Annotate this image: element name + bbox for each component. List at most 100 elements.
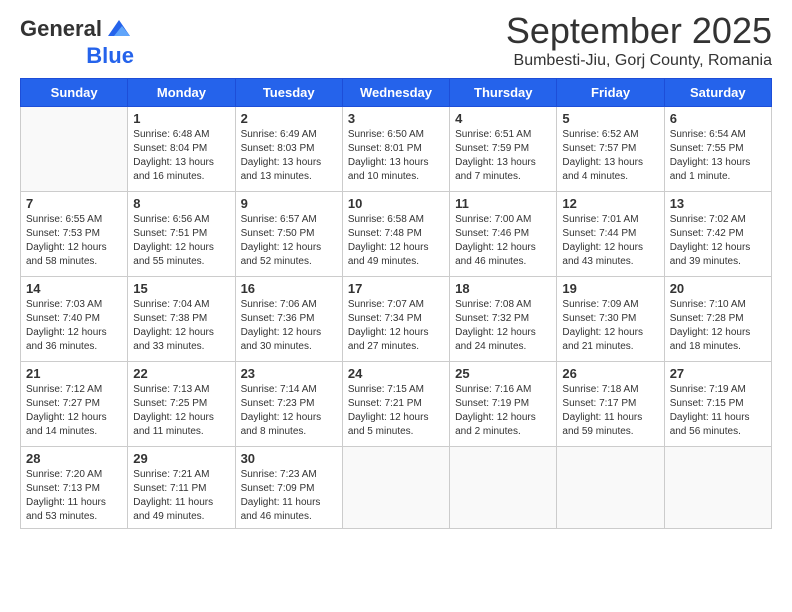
- day-info: Sunrise: 6:56 AM Sunset: 7:51 PM Dayligh…: [133, 213, 229, 269]
- day-info: Sunrise: 7:00 AM Sunset: 7:46 PM Dayligh…: [455, 213, 551, 269]
- day-number: 20: [670, 281, 766, 296]
- page-container: General Blue September 2025 Bumbesti-Jiu…: [0, 0, 792, 539]
- calendar-cell: 22 Sunrise: 7:13 AM Sunset: 7:25 PM Dayli…: [128, 362, 235, 447]
- day-info: Sunrise: 7:09 AM Sunset: 7:30 PM Dayligh…: [562, 298, 658, 354]
- calendar-cell: 5 Sunrise: 6:52 AM Sunset: 7:57 PM Daylig…: [557, 107, 664, 192]
- day-number: 12: [562, 196, 658, 211]
- day-number: 3: [348, 111, 444, 126]
- calendar-cell: [21, 107, 128, 192]
- day-info: Sunrise: 7:13 AM Sunset: 7:25 PM Dayligh…: [133, 383, 229, 439]
- day-number: 13: [670, 196, 766, 211]
- day-header-saturday: Saturday: [664, 79, 771, 107]
- day-number: 7: [26, 196, 122, 211]
- day-number: 9: [241, 196, 337, 211]
- day-info: Sunrise: 7:21 AM Sunset: 7:11 PM Dayligh…: [133, 468, 229, 524]
- calendar-cell: 19 Sunrise: 7:09 AM Sunset: 7:30 PM Dayli…: [557, 277, 664, 362]
- day-info: Sunrise: 7:18 AM Sunset: 7:17 PM Dayligh…: [562, 383, 658, 439]
- day-number: 8: [133, 196, 229, 211]
- calendar-cell: 23 Sunrise: 7:14 AM Sunset: 7:23 PM Dayli…: [235, 362, 342, 447]
- calendar-cell: 14Sunrise: 7:03 AM Sunset: 7:40 PM Dayli…: [21, 277, 128, 362]
- day-number: 17: [348, 281, 444, 296]
- calendar-cell: 20Sunrise: 7:10 AM Sunset: 7:28 PM Dayli…: [664, 277, 771, 362]
- calendar-cell: 1 Sunrise: 6:48 AM Sunset: 8:04 PM Daylig…: [128, 107, 235, 192]
- calendar-cell: 21Sunrise: 7:12 AM Sunset: 7:27 PM Dayli…: [21, 362, 128, 447]
- day-info: Sunrise: 7:04 AM Sunset: 7:38 PM Dayligh…: [133, 298, 229, 354]
- calendar-table: SundayMondayTuesdayWednesdayThursdayFrid…: [20, 78, 772, 529]
- day-info: Sunrise: 7:08 AM Sunset: 7:32 PM Dayligh…: [455, 298, 551, 354]
- day-header-tuesday: Tuesday: [235, 79, 342, 107]
- calendar-cell: [664, 447, 771, 529]
- week-row-1: 1 Sunrise: 6:48 AM Sunset: 8:04 PM Daylig…: [21, 107, 772, 192]
- calendar-cell: 7 Sunrise: 6:55 AM Sunset: 7:53 PM Daylig…: [21, 192, 128, 277]
- day-info: Sunrise: 7:19 AM Sunset: 7:15 PM Dayligh…: [670, 383, 766, 439]
- calendar-cell: 29 Sunrise: 7:21 AM Sunset: 7:11 PM Dayli…: [128, 447, 235, 529]
- month-title: September 2025: [506, 10, 772, 52]
- day-number: 4: [455, 111, 551, 126]
- logo: General Blue: [20, 14, 134, 68]
- week-row-5: 28 Sunrise: 7:20 AM Sunset: 7:13 PM Dayli…: [21, 447, 772, 529]
- day-number: 22: [133, 366, 229, 381]
- day-number: 11: [455, 196, 551, 211]
- calendar-cell: 6 Sunrise: 6:54 AM Sunset: 7:55 PM Daylig…: [664, 107, 771, 192]
- day-info: Sunrise: 6:54 AM Sunset: 7:55 PM Dayligh…: [670, 128, 766, 184]
- day-number: 10: [348, 196, 444, 211]
- day-header-friday: Friday: [557, 79, 664, 107]
- calendar-cell: 13 Sunrise: 7:02 AM Sunset: 7:42 PM Dayli…: [664, 192, 771, 277]
- calendar-cell: 25 Sunrise: 7:16 AM Sunset: 7:19 PM Dayli…: [450, 362, 557, 447]
- calendar-cell: 4 Sunrise: 6:51 AM Sunset: 7:59 PM Daylig…: [450, 107, 557, 192]
- title-area: September 2025 Bumbesti-Jiu, Gorj County…: [506, 10, 772, 70]
- day-number: 5: [562, 111, 658, 126]
- day-info: Sunrise: 7:07 AM Sunset: 7:34 PM Dayligh…: [348, 298, 444, 354]
- calendar-cell: 27Sunrise: 7:19 AM Sunset: 7:15 PM Dayli…: [664, 362, 771, 447]
- day-info: Sunrise: 7:12 AM Sunset: 7:27 PM Dayligh…: [26, 383, 122, 439]
- calendar-cell: [557, 447, 664, 529]
- day-info: Sunrise: 7:03 AM Sunset: 7:40 PM Dayligh…: [26, 298, 122, 354]
- day-number: 25: [455, 366, 551, 381]
- day-number: 16: [241, 281, 337, 296]
- subtitle: Bumbesti-Jiu, Gorj County, Romania: [506, 52, 772, 70]
- day-header-thursday: Thursday: [450, 79, 557, 107]
- day-info: Sunrise: 6:52 AM Sunset: 7:57 PM Dayligh…: [562, 128, 658, 184]
- calendar-cell: 30Sunrise: 7:23 AM Sunset: 7:09 PM Dayli…: [235, 447, 342, 529]
- calendar-cell: 11 Sunrise: 7:00 AM Sunset: 7:46 PM Dayli…: [450, 192, 557, 277]
- day-number: 18: [455, 281, 551, 296]
- day-number: 29: [133, 451, 229, 466]
- header-row: SundayMondayTuesdayWednesdayThursdayFrid…: [21, 79, 772, 107]
- header: General Blue September 2025 Bumbesti-Jiu…: [20, 10, 772, 70]
- logo-blue: Blue: [86, 44, 134, 68]
- day-info: Sunrise: 6:51 AM Sunset: 7:59 PM Dayligh…: [455, 128, 551, 184]
- calendar-cell: 12 Sunrise: 7:01 AM Sunset: 7:44 PM Dayli…: [557, 192, 664, 277]
- day-header-wednesday: Wednesday: [342, 79, 449, 107]
- day-number: 26: [562, 366, 658, 381]
- calendar-cell: 28 Sunrise: 7:20 AM Sunset: 7:13 PM Dayli…: [21, 447, 128, 529]
- day-number: 23: [241, 366, 337, 381]
- calendar-cell: 10Sunrise: 6:58 AM Sunset: 7:48 PM Dayli…: [342, 192, 449, 277]
- calendar-cell: [342, 447, 449, 529]
- calendar-cell: 15 Sunrise: 7:04 AM Sunset: 7:38 PM Dayli…: [128, 277, 235, 362]
- day-number: 2: [241, 111, 337, 126]
- day-number: 6: [670, 111, 766, 126]
- day-info: Sunrise: 7:06 AM Sunset: 7:36 PM Dayligh…: [241, 298, 337, 354]
- calendar-cell: [450, 447, 557, 529]
- day-info: Sunrise: 7:15 AM Sunset: 7:21 PM Dayligh…: [348, 383, 444, 439]
- day-number: 19: [562, 281, 658, 296]
- day-info: Sunrise: 7:01 AM Sunset: 7:44 PM Dayligh…: [562, 213, 658, 269]
- calendar-cell: 16 Sunrise: 7:06 AM Sunset: 7:36 PM Dayli…: [235, 277, 342, 362]
- week-row-3: 14Sunrise: 7:03 AM Sunset: 7:40 PM Dayli…: [21, 277, 772, 362]
- day-info: Sunrise: 7:02 AM Sunset: 7:42 PM Dayligh…: [670, 213, 766, 269]
- day-number: 28: [26, 451, 122, 466]
- day-info: Sunrise: 6:48 AM Sunset: 8:04 PM Dayligh…: [133, 128, 229, 184]
- day-info: Sunrise: 7:23 AM Sunset: 7:09 PM Dayligh…: [241, 468, 337, 524]
- logo-icon: [104, 14, 134, 44]
- calendar-cell: 2Sunrise: 6:49 AM Sunset: 8:03 PM Daylig…: [235, 107, 342, 192]
- day-number: 15: [133, 281, 229, 296]
- day-info: Sunrise: 7:16 AM Sunset: 7:19 PM Dayligh…: [455, 383, 551, 439]
- day-info: Sunrise: 7:20 AM Sunset: 7:13 PM Dayligh…: [26, 468, 122, 524]
- day-number: 24: [348, 366, 444, 381]
- day-number: 1: [133, 111, 229, 126]
- calendar-cell: 3Sunrise: 6:50 AM Sunset: 8:01 PM Daylig…: [342, 107, 449, 192]
- calendar-cell: 18 Sunrise: 7:08 AM Sunset: 7:32 PM Dayli…: [450, 277, 557, 362]
- day-info: Sunrise: 6:55 AM Sunset: 7:53 PM Dayligh…: [26, 213, 122, 269]
- day-info: Sunrise: 7:14 AM Sunset: 7:23 PM Dayligh…: [241, 383, 337, 439]
- day-header-monday: Monday: [128, 79, 235, 107]
